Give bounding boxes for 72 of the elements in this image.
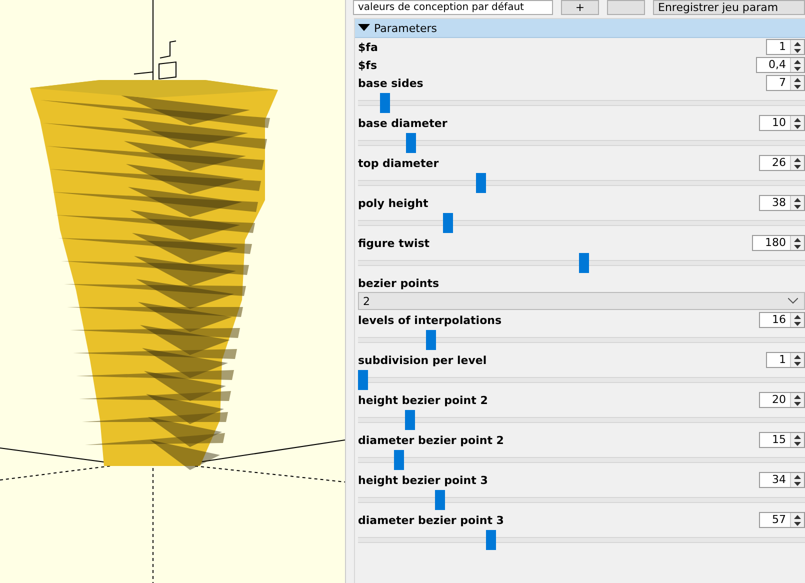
- number-spinbox[interactable]: 180: [752, 235, 805, 251]
- parameter-label: $fa: [358, 40, 378, 54]
- parameter-label: top diameter: [358, 156, 439, 170]
- number-spinbox[interactable]: 15: [759, 432, 805, 448]
- number-spinbox[interactable]: 1: [766, 39, 805, 55]
- spin-up-icon[interactable]: [794, 78, 801, 82]
- number-spinbox[interactable]: 0,4: [756, 57, 805, 73]
- slider-thumb[interactable]: [394, 450, 404, 470]
- spin-up-icon[interactable]: [794, 42, 801, 46]
- parameter-label: height bezier point 3: [358, 474, 488, 486]
- add-button[interactable]: +: [561, 0, 599, 15]
- parameter-label: height bezier point 2: [358, 394, 488, 406]
- spin-down-icon[interactable]: [794, 164, 801, 168]
- spin-up-icon[interactable]: [794, 118, 801, 122]
- slider-thumb[interactable]: [476, 173, 486, 193]
- spin-down-icon[interactable]: [794, 204, 801, 208]
- section-title: Parameters: [374, 22, 437, 34]
- slider-thumb[interactable]: [486, 530, 496, 550]
- slider-thumb[interactable]: [426, 330, 436, 350]
- number-spinbox[interactable]: 38: [759, 195, 805, 211]
- parameter-label: $fs: [358, 58, 377, 72]
- spin-down-icon[interactable]: [794, 244, 801, 248]
- parameter-label: poly height: [358, 196, 428, 210]
- spin-up-icon[interactable]: [794, 354, 801, 358]
- number-spinbox[interactable]: 26: [759, 155, 805, 171]
- spin-up-icon[interactable]: [794, 60, 801, 64]
- number-spinbox[interactable]: 7: [766, 75, 805, 91]
- parameter-label: levels of interpolations: [358, 314, 502, 326]
- spin-up-icon[interactable]: [794, 514, 801, 518]
- slider-thumb[interactable]: [404, 410, 415, 430]
- spin-down-icon[interactable]: [794, 84, 801, 88]
- parameter-label: subdivision per level: [358, 354, 487, 366]
- parameter-label: figure twist: [358, 236, 430, 250]
- slider-thumb[interactable]: [406, 133, 416, 153]
- spin-down-icon[interactable]: [794, 522, 801, 526]
- spin-down-icon[interactable]: [794, 322, 801, 326]
- spin-down-icon[interactable]: [794, 482, 801, 486]
- number-spinbox[interactable]: 57: [759, 512, 805, 528]
- spin-up-icon[interactable]: [794, 198, 801, 202]
- parameter-label: diameter bezier point 3: [358, 514, 504, 526]
- parameter-label: base diameter: [358, 116, 448, 130]
- spin-down-icon[interactable]: [794, 402, 801, 406]
- chevron-down-icon: [788, 298, 798, 304]
- number-spinbox[interactable]: 10: [759, 115, 805, 131]
- spin-up-icon[interactable]: [794, 394, 801, 398]
- spin-up-icon[interactable]: [794, 474, 801, 478]
- parameter-label: base sides: [358, 76, 424, 90]
- parameters-header[interactable]: Parameters: [355, 19, 805, 38]
- collapse-arrow-icon: [358, 24, 370, 32]
- spin-up-icon[interactable]: [794, 158, 801, 162]
- parameter-label: diameter bezier point 2: [358, 434, 504, 446]
- spin-up-icon[interactable]: [794, 314, 801, 318]
- slider-thumb[interactable]: [380, 93, 390, 113]
- spin-down-icon[interactable]: [794, 442, 801, 446]
- number-spinbox[interactable]: 34: [759, 472, 805, 488]
- slider-thumb[interactable]: [443, 213, 454, 233]
- number-spinbox[interactable]: 20: [759, 392, 805, 408]
- parameter-label: bezier points: [358, 276, 440, 290]
- value-dropdown[interactable]: 2: [358, 292, 805, 310]
- slider-thumb[interactable]: [435, 490, 446, 510]
- spin-down-icon[interactable]: [794, 66, 801, 70]
- spin-down-icon[interactable]: [794, 362, 801, 366]
- slider-thumb[interactable]: [358, 370, 368, 390]
- save-preset-button[interactable]: Enregistrer jeu param: [653, 0, 805, 15]
- spin-up-icon[interactable]: [794, 434, 801, 438]
- spin-up-icon[interactable]: [794, 238, 801, 242]
- number-spinbox[interactable]: 1: [766, 352, 805, 368]
- slider-thumb[interactable]: [578, 253, 589, 273]
- number-spinbox[interactable]: 16: [759, 312, 805, 328]
- spin-down-icon[interactable]: [794, 124, 801, 128]
- spin-down-icon[interactable]: [794, 48, 801, 52]
- preset-dropdown[interactable]: valeurs de conception par défaut: [353, 0, 553, 15]
